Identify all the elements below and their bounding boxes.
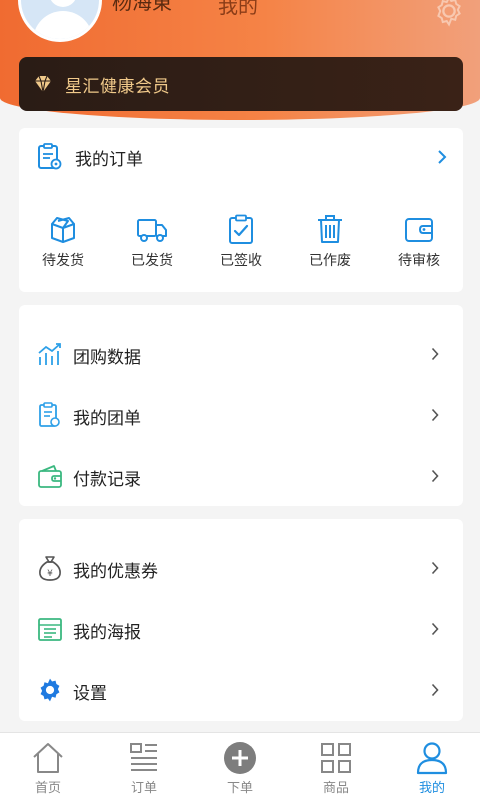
my-orders-label: 我的订单 [75,150,143,170]
tab-home[interactable]: 首页 [0,733,96,800]
my-orders-row[interactable]: 我的订单 [19,128,463,186]
status-voided[interactable]: 已作废 [295,214,365,274]
menu-item-label: 我的团单 [73,409,141,429]
page-title: 我的 [218,0,258,18]
menu-item-payment-records[interactable]: 付款记录 [19,451,463,501]
status-label: 待发货 [42,253,84,269]
tab-label: 首页 [34,781,61,796]
menu-item-label: 我的海报 [73,623,141,643]
status-shipped[interactable]: 已发货 [117,214,187,274]
tab-label: 我的 [418,781,445,796]
menu-group-2: ¥ 我的优惠券 我的海报 设置 [19,519,463,721]
menu-group-1: 团购数据 我的团单 付款记录 [19,305,463,506]
chevron-right-icon [431,622,439,636]
menu-item-label: 付款记录 [73,470,141,490]
tab-label: 订单 [130,781,157,796]
wallet-icon [38,465,62,488]
clipboard-check-icon [229,214,253,244]
chevron-right-icon [431,561,439,575]
status-pending-shipment[interactable]: 待发货 [28,214,98,274]
bottom-tab-bar: 首页 订单 下单 商品 我的 [0,732,480,800]
avatar[interactable] [18,0,102,42]
tab-place-order[interactable]: 下单 [192,733,288,800]
box-icon [51,217,75,243]
chevron-right-icon [438,150,447,164]
wallet-icon [405,218,433,242]
tab-products[interactable]: 商品 [288,733,384,800]
tab-label: 下单 [226,781,253,796]
list-icon [130,743,157,771]
status-label: 已发货 [131,253,173,269]
trash-icon [318,215,342,243]
user-name: 杨海東 [112,0,172,14]
chevron-right-icon [431,469,439,483]
plus-circle-icon [224,742,256,774]
chevron-right-icon [431,408,439,422]
tab-label: 商品 [322,781,349,796]
poster-icon [38,618,62,641]
user-icon [416,742,448,775]
money-bag-icon: ¥ [39,556,61,581]
menu-item-my-coupons[interactable]: ¥ 我的优惠券 [19,543,463,593]
chevron-right-icon [431,347,439,361]
gear-icon [40,678,60,702]
settings-gear-icon[interactable] [432,0,466,28]
tab-mine[interactable]: 我的 [384,733,480,800]
svg-text:¥: ¥ [47,569,53,579]
membership-label: 星汇健康会员 [65,76,170,97]
truck-icon [137,219,167,242]
menu-item-label: 团购数据 [73,348,141,368]
grid-icon [321,743,351,773]
status-label: 待审核 [398,253,440,269]
status-label: 已签收 [220,253,262,269]
order-clipboard-icon [38,143,62,170]
status-pending-review[interactable]: 待审核 [384,214,454,274]
membership-banner[interactable]: 星汇健康会员 [19,57,463,111]
menu-item-my-group-orders[interactable]: 我的团单 [19,390,463,440]
orders-card: 我的订单 待发货 已发货 已签收 已作废 待审核 [19,128,463,292]
diamond-icon [35,75,51,93]
chart-icon [38,343,61,365]
tab-orders[interactable]: 订单 [96,733,192,800]
menu-item-group-purchase-data[interactable]: 团购数据 [19,329,463,379]
document-icon [39,402,60,427]
menu-item-label: 我的优惠券 [73,562,158,582]
menu-item-label: 设置 [73,684,107,704]
menu-item-settings[interactable]: 设置 [19,665,463,715]
home-icon [33,743,63,773]
chevron-right-icon [431,683,439,697]
status-signed[interactable]: 已签收 [206,214,276,274]
status-label: 已作废 [309,253,351,269]
menu-item-my-posters[interactable]: 我的海报 [19,604,463,654]
